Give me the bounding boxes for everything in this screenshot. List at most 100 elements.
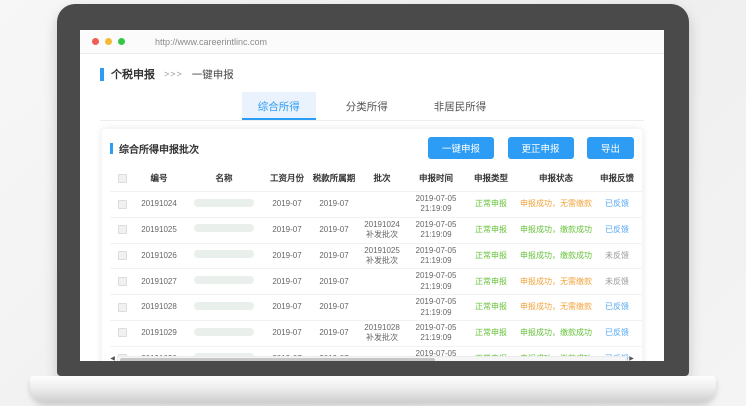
cell-salary-month: 2019-07 [264,192,310,218]
select-all-checkbox[interactable] [118,174,127,183]
col-header-salary-month: 工资月份 [264,166,310,192]
cell-salary-month: 2019-07 [264,320,310,346]
cell-declare-status: 申报成功，无需缴款 [516,269,596,295]
cell-id: 20191025 [134,217,184,243]
scrollbar-track[interactable] [117,356,627,362]
table-row: 20191029 2019-07 2019-07 20191028补发批次 20… [110,320,642,346]
breadcrumb-separator: >>> [164,69,183,79]
redacted-name-placeholder [194,328,254,336]
income-type-tabs: 综合所得 分类所得 非居民所得 [100,92,644,121]
cell-batch [358,269,406,295]
cell-declare-status: 申报成功，缴款成功 [516,217,596,243]
breadcrumb-section: 个税申报 [111,66,155,82]
browser-chrome: http://www.careerintlinc.com [80,30,664,54]
row-checkbox[interactable] [118,200,127,209]
laptop-screen: http://www.careerintlinc.com 个税申报 >>> 一键… [80,30,664,361]
cell-tax-period: 2019-07 [310,320,358,346]
cell-declare-type: 正常申报 [466,320,516,346]
export-button[interactable]: 导出 [587,137,634,159]
cell-taxpayer-count: 100 [638,295,642,321]
cell-taxpayer-count: 100 [638,217,642,243]
table-row: 20191025 2019-07 2019-07 20191024补发批次 20… [110,217,642,243]
cell-batch: 20191024补发批次 [358,217,406,243]
cell-tax-period: 2019-07 [310,217,358,243]
table-header-row: 编号 名称 工资月份 税款所属期 批次 申报时间 申报类型 申报状态 申报反馈 … [110,166,642,192]
breadcrumb-page: 一键申报 [192,67,234,82]
redacted-name-placeholder [194,224,254,232]
cell-declare-time: 2019-07-0521:19:09 [406,320,466,346]
cell-batch: 20191025补发批次 [358,243,406,269]
redacted-name-placeholder [194,250,254,258]
scrollbar-thumb[interactable] [120,358,435,362]
panel-actions: 一键申报 更正申报 导出 [419,137,634,159]
cell-id: 20191029 [134,320,184,346]
cell-declare-time: 2019-07-0521:19:09 [406,217,466,243]
breadcrumb-accent-bar [100,68,104,81]
batch-panel: 综合所得申报批次 一键申报 更正申报 导出 [102,129,642,361]
cell-taxpayer-count: 100 [638,243,642,269]
row-checkbox[interactable] [118,251,127,260]
cell-declare-status: 申报成功，缴款成功 [516,243,596,269]
batch-table: 编号 名称 工资月份 税款所属期 批次 申报时间 申报类型 申报状态 申报反馈 … [110,166,642,361]
window-maximize-dot-icon [118,38,125,45]
page-content: 个税申报 >>> 一键申报 综合所得 分类所得 非居民所得 综合所得申报批次 一… [80,54,664,361]
scroll-left-arrow-icon[interactable]: ◀ [108,355,117,361]
cell-feedback: 已反馈 [596,295,638,321]
cell-id: 20191027 [134,269,184,295]
cell-declare-type: 正常申报 [466,217,516,243]
cell-feedback: 未反馈 [596,243,638,269]
col-header-declare-time: 申报时间 [406,166,466,192]
cell-id: 20191026 [134,243,184,269]
row-checkbox[interactable] [118,225,127,234]
cell-declare-time: 2019-07-0521:19:09 [406,269,466,295]
cell-declare-time: 2019-07-0521:19:09 [406,192,466,218]
table-row: 20191026 2019-07 2019-07 20191025补发批次 20… [110,243,642,269]
col-header-feedback: 申报反馈 [596,166,638,192]
cell-declare-status: 申报成功，无需缴款 [516,295,596,321]
row-checkbox[interactable] [118,328,127,337]
laptop-base [30,376,716,402]
panel-accent-bar [110,143,113,154]
cell-declare-type: 正常申报 [466,269,516,295]
correction-declare-button[interactable]: 更正申报 [508,137,574,159]
redacted-name-placeholder [194,199,254,207]
tab-comprehensive-income[interactable]: 综合所得 [242,92,316,120]
cell-declare-status: 申报成功，缴款成功 [516,320,596,346]
cell-tax-period: 2019-07 [310,295,358,321]
scroll-right-arrow-icon[interactable]: ▶ [627,355,636,361]
tab-nonresident-income[interactable]: 非居民所得 [418,92,503,120]
cell-salary-month: 2019-07 [264,269,310,295]
window-minimize-dot-icon [105,38,112,45]
row-checkbox[interactable] [118,277,127,286]
col-header-declare-type: 申报类型 [466,166,516,192]
cell-taxpayer-count: 100 [638,192,642,218]
cell-taxpayer-count: 100 [638,320,642,346]
cell-salary-month: 2019-07 [264,243,310,269]
row-checkbox[interactable] [118,303,127,312]
cell-batch [358,295,406,321]
redacted-name-placeholder [194,302,254,310]
table-row: 20191027 2019-07 2019-07 2019-07-0521:19… [110,269,642,295]
cell-declare-type: 正常申报 [466,192,516,218]
cell-feedback: 未反馈 [596,269,638,295]
tab-classified-income[interactable]: 分类所得 [330,92,404,120]
window-close-dot-icon [92,38,99,45]
cell-batch: 20191028补发批次 [358,320,406,346]
col-header-declare-status: 申报状态 [516,166,596,192]
col-header-batch: 批次 [358,166,406,192]
cell-salary-month: 2019-07 [264,295,310,321]
cell-declare-status: 申报成功，无需缴款 [516,192,596,218]
cell-feedback: 已反馈 [596,320,638,346]
col-header-tax-period: 税款所属期 [310,166,358,192]
cell-feedback: 已反馈 [596,217,638,243]
laptop-frame: http://www.careerintlinc.com 个税申报 >>> 一键… [57,4,689,376]
horizontal-scrollbar: ◀ ▶ [108,355,636,361]
panel-header: 综合所得申报批次 一键申报 更正申报 导出 [110,137,634,159]
redacted-name-placeholder [194,276,254,284]
cell-tax-period: 2019-07 [310,192,358,218]
breadcrumb: 个税申报 >>> 一键申报 [100,66,644,82]
batch-table-wrap: 编号 名称 工资月份 税款所属期 批次 申报时间 申报类型 申报状态 申报反馈 … [110,166,642,361]
col-header-name: 名称 [184,166,264,192]
one-click-declare-button[interactable]: 一键申报 [428,137,494,159]
table-row: 20191024 2019-07 2019-07 2019-07-0521:19… [110,192,642,218]
